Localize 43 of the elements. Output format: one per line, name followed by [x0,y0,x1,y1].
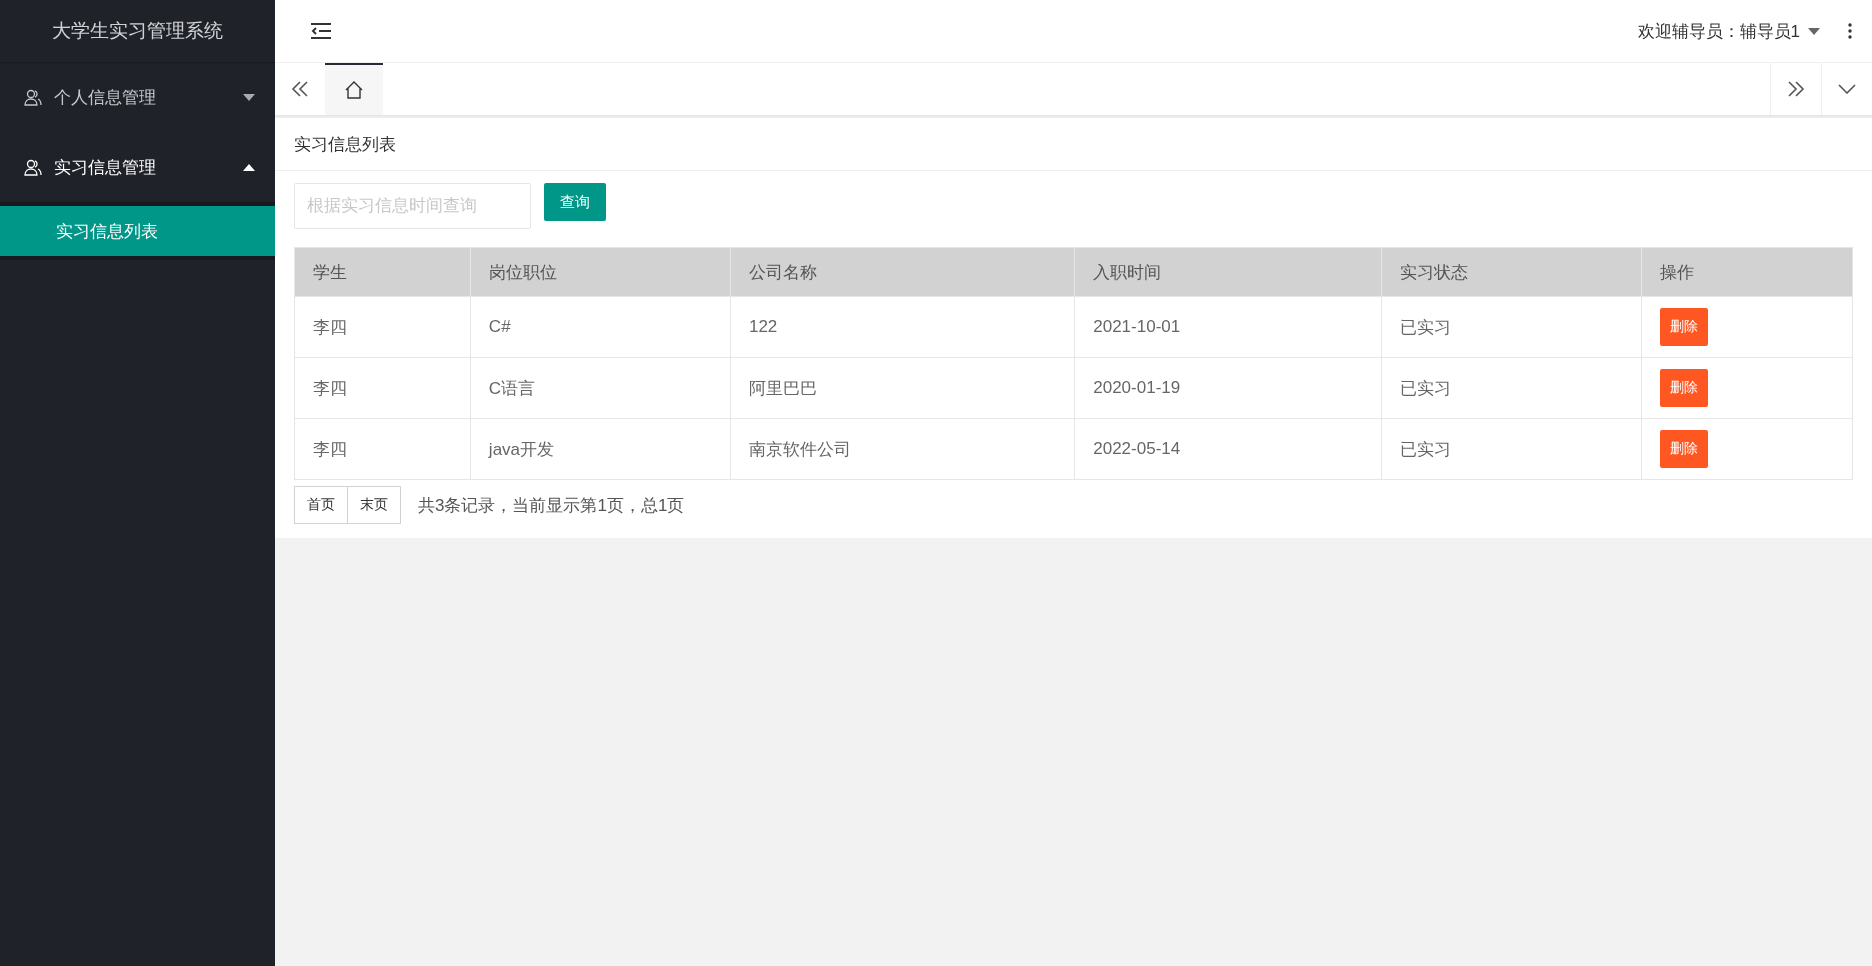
table-cell: 122 [730,296,1075,358]
caret-up-icon [243,163,255,171]
column-header: 实习状态 [1381,247,1642,297]
caret-down-icon [1808,27,1820,35]
pagination-summary: 共3条记录，当前显示第1页，总1页 [418,494,685,517]
column-header: 入职时间 [1074,247,1382,297]
column-header: 公司名称 [730,247,1075,297]
caret-down-icon [243,93,255,101]
scroll-left-icon[interactable] [291,81,309,97]
home-icon [345,81,363,99]
sidebar-menu-item[interactable]: 个人信息管理 [0,62,275,132]
table-cell: 已实习 [1381,296,1642,358]
page-button[interactable]: 首页 [294,486,348,524]
table-cell: 已实习 [1381,357,1642,419]
table-cell: C语言 [470,357,731,419]
table-cell: 已实习 [1381,418,1642,480]
app-title: 大学生实习管理系统 [0,0,275,62]
page-button[interactable]: 末页 [347,486,401,524]
table-cell: 李四 [294,357,471,419]
table-cell: 2021-10-01 [1074,296,1382,358]
table-cell: 2020-01-19 [1074,357,1382,419]
scroll-right-icon[interactable] [1787,81,1805,97]
user-icon [24,158,42,176]
menu-collapse-icon[interactable] [311,23,331,39]
user-icon [24,88,42,106]
more-vertical-icon[interactable] [1848,23,1852,39]
table-cell: C# [470,296,731,358]
table-cell: 李四 [294,418,471,480]
page-title: 实习信息列表 [275,118,1872,171]
table-cell: 南京软件公司 [730,418,1075,480]
column-header: 操作 [1641,247,1853,297]
table-cell: 阿里巴巴 [730,357,1075,419]
sidebar-menu-item[interactable]: 实习信息管理 [0,132,275,202]
chevron-down-icon[interactable] [1838,84,1856,94]
home-tab[interactable] [325,63,383,115]
sidebar-subitem[interactable]: 实习信息列表 [0,206,275,256]
table-cell: 李四 [294,296,471,358]
column-header: 学生 [294,247,471,297]
table-cell: 2022-05-14 [1074,418,1382,480]
table-cell: java开发 [470,418,731,480]
column-header: 岗位职位 [470,247,731,297]
user-menu[interactable]: 欢迎辅导员：辅导员1 [1637,19,1820,43]
search-button[interactable]: 查询 [544,183,606,221]
